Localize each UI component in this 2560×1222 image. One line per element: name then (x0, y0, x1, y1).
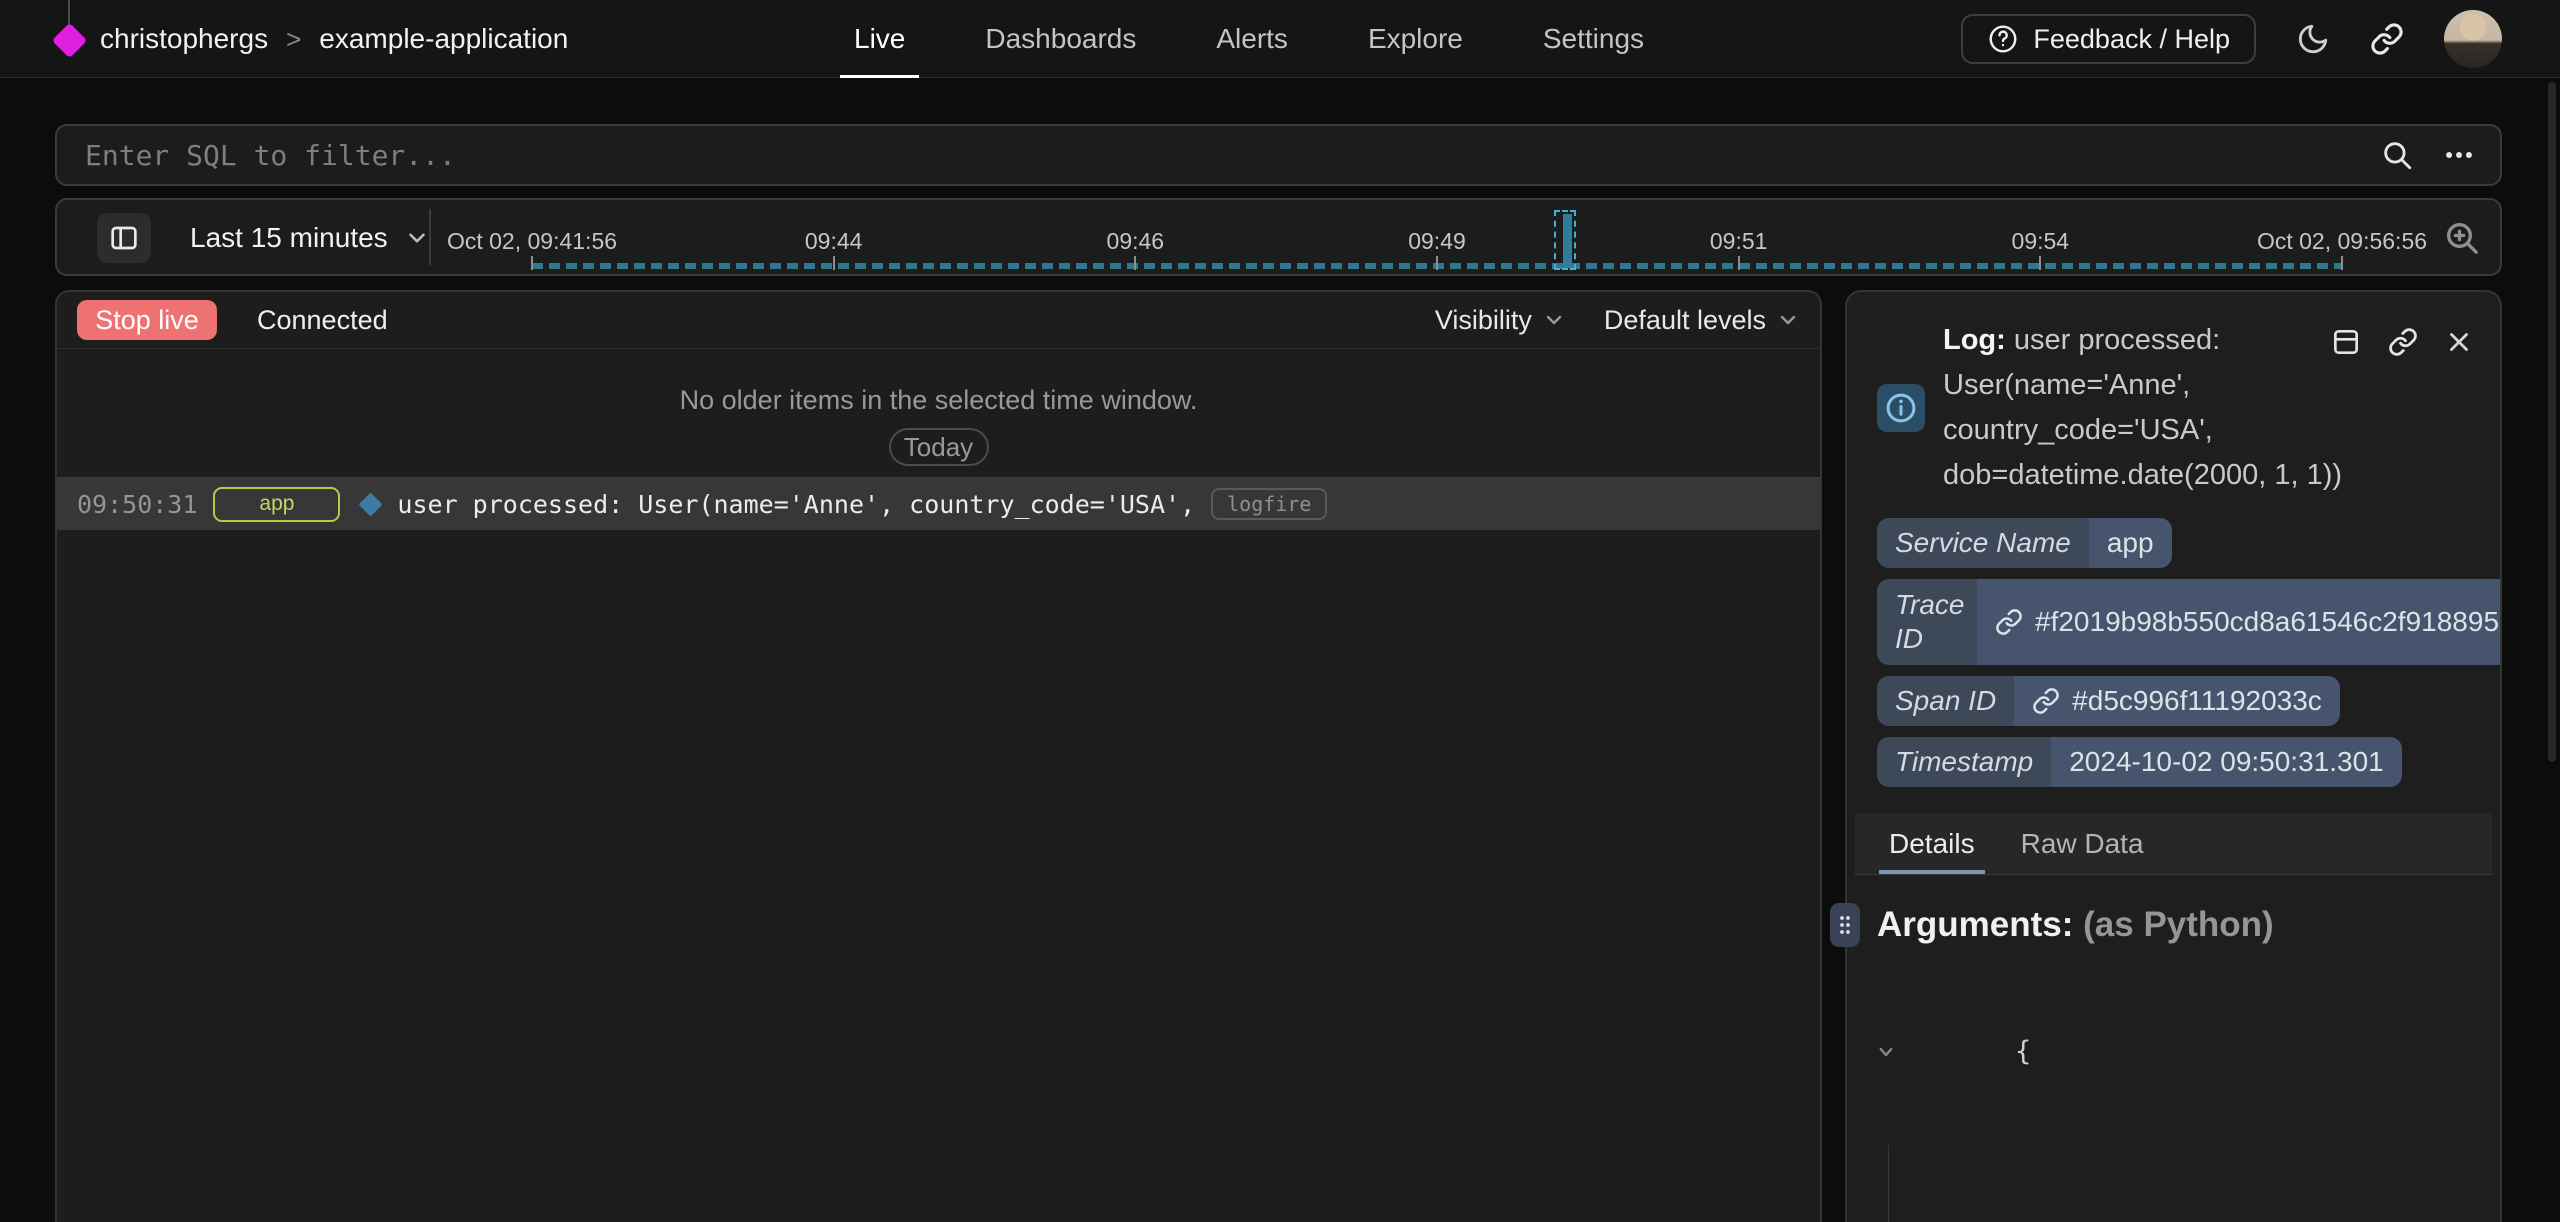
collapse-chevron-icon[interactable] (1919, 1145, 2082, 1222)
service-name-field: Service Name app (1877, 518, 2172, 568)
details-tabs: Details Raw Data (1855, 813, 2492, 875)
time-range-selector[interactable]: Last 15 minutes (190, 200, 430, 276)
nav-tab-live[interactable]: Live (852, 0, 907, 78)
nav-tab-explore[interactable]: Explore (1366, 0, 1465, 78)
log-level-diamond-icon (359, 492, 383, 516)
trace-id-link[interactable]: #f2019b98b550cd8a61546c2f9188959f (1977, 579, 2502, 665)
collapse-chevron-icon[interactable] (1877, 959, 2007, 1145)
span-id-field: Span ID #d5c996f11192033c (1877, 676, 2340, 726)
timeline-track[interactable]: Oct 02, 09:41:56 09:44 09:46 09:49 09:51… (532, 200, 2342, 276)
arguments-code-tree: { 'user': User( name='Anne', country_cod… (1847, 945, 2500, 1222)
tab-raw-data[interactable]: Raw Data (2021, 813, 2144, 874)
chevron-down-icon (404, 225, 430, 251)
page-scrollbar[interactable] (2548, 82, 2556, 762)
share-link-icon[interactable] (2370, 22, 2404, 56)
details-title: Log: user processed: User(name='Anne', c… (1943, 318, 2345, 498)
nav-tab-settings[interactable]: Settings (1541, 0, 1646, 78)
search-icon[interactable] (2380, 138, 2414, 172)
sql-filter-input[interactable] (57, 126, 2380, 184)
dark-mode-moon-icon[interactable] (2296, 22, 2330, 56)
split-view-icon[interactable] (2330, 326, 2362, 358)
top-navbar: christophergs > example-application Live… (0, 0, 2560, 78)
span-id-link[interactable]: #d5c996f11192033c (2014, 676, 2340, 726)
feedback-help-label: Feedback / Help (2033, 24, 2230, 55)
default-levels-dropdown[interactable]: Default levels (1604, 305, 1800, 336)
code-indent-level-1: 'user': User( name='Anne', country_code=… (1888, 1145, 2482, 1222)
logo-accent-line (68, 0, 70, 26)
question-circle-icon (1987, 23, 2019, 55)
trace-id-field: Trace ID #f2019b98b550cd8a61546c2f918895… (1877, 579, 2502, 665)
panel-resize-handle[interactable] (1830, 903, 1860, 947)
nav-tab-alerts[interactable]: Alerts (1214, 0, 1290, 78)
breadcrumb-project[interactable]: example-application (319, 23, 568, 55)
timeline-event-spike[interactable] (1554, 210, 1576, 270)
empty-history-message: No older items in the selected time wind… (57, 385, 1820, 416)
trace-link-icon (1995, 608, 2023, 636)
navbar-right-group: Feedback / Help (1961, 0, 2502, 78)
details-header: Log: user processed: User(name='Anne', c… (1847, 292, 2500, 498)
logfire-logo-icon[interactable] (52, 23, 87, 58)
service-badge[interactable]: app (213, 487, 340, 522)
log-row[interactable]: 09:50:31 app user processed: User(name='… (57, 478, 1820, 530)
details-header-icons (2330, 326, 2474, 358)
breadcrumb-separator: > (286, 24, 301, 55)
details-fields: Service Name app Trace ID #f2019b98b550c… (1847, 498, 2500, 787)
sql-filter-bar (55, 124, 2502, 186)
timeline-panel: Last 15 minutes Oct 02, 09:41:56 09:44 0… (55, 198, 2502, 276)
close-icon[interactable] (2444, 327, 2474, 357)
visibility-dropdown[interactable]: Visibility (1435, 305, 1566, 336)
zoom-in-icon[interactable] (2442, 218, 2482, 258)
stop-live-button[interactable]: Stop live (77, 300, 217, 340)
log-message: user processed: User(name='Anne', countr… (397, 490, 1195, 519)
user-avatar[interactable] (2444, 10, 2502, 68)
span-link-icon (2032, 687, 2060, 715)
log-details-panel: Log: user processed: User(name='Anne', c… (1845, 290, 2502, 1222)
tab-details[interactable]: Details (1889, 813, 1975, 874)
time-range-label: Last 15 minutes (190, 222, 388, 254)
log-timestamp: 09:50:31 (77, 490, 197, 519)
feedback-help-button[interactable]: Feedback / Help (1961, 14, 2256, 64)
breadcrumb-org[interactable]: christophergs (100, 23, 268, 55)
today-button[interactable]: Today (889, 428, 989, 466)
timeline-divider (429, 209, 431, 265)
timeline-event-bar (1563, 214, 1572, 268)
chevron-down-icon (1776, 308, 1800, 332)
more-options-icon[interactable] (2442, 138, 2476, 172)
copy-link-icon[interactable] (2388, 327, 2418, 357)
timestamp-field: Timestamp 2024-10-02 09:50:31.301 (1877, 737, 2402, 787)
primary-nav: Live Dashboards Alerts Explore Settings (852, 0, 1646, 78)
breadcrumb: christophergs > example-application (100, 0, 568, 78)
info-level-icon (1877, 384, 1925, 432)
logfire-tag-chip[interactable]: logfire (1211, 488, 1327, 520)
sql-filter-icons (2380, 138, 2500, 172)
nav-tab-dashboards[interactable]: Dashboards (983, 0, 1138, 78)
live-view-panel: Stop live Connected Visibility Default l… (55, 290, 1822, 1222)
arguments-heading: Arguments: (as Python) (1847, 875, 2500, 945)
empty-history-zone: No older items in the selected time wind… (57, 349, 1820, 478)
chevron-down-icon (1542, 308, 1566, 332)
live-controls-row: Stop live Connected Visibility Default l… (57, 292, 1820, 349)
sidebar-toggle-icon[interactable] (97, 213, 151, 263)
connection-status: Connected (257, 305, 388, 336)
